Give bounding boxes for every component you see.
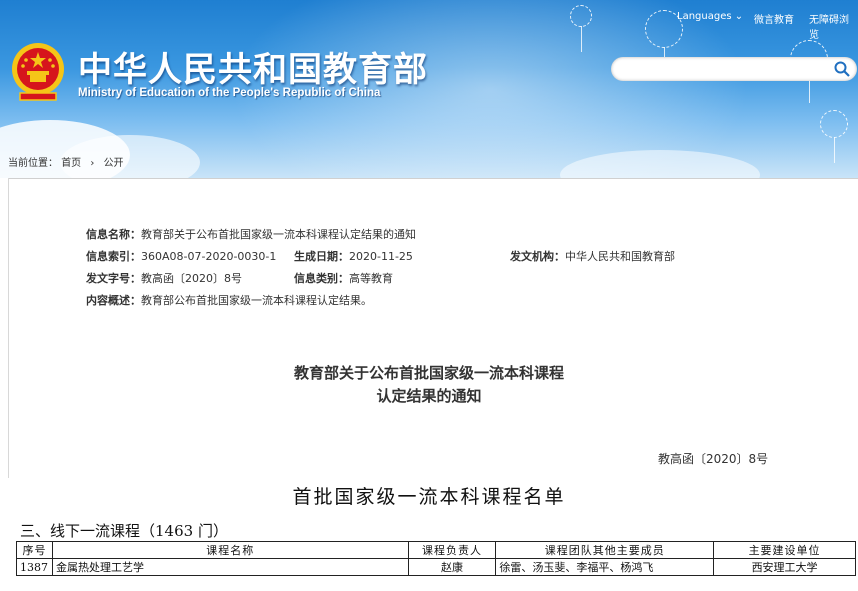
meta-name-label: 信息名称：	[86, 228, 141, 241]
meta-summary-value: 教育部公布首批国家级一流本科课程认定结果。	[141, 294, 372, 307]
dandelion-decoration	[570, 5, 592, 52]
cell-index: 1387	[16, 558, 53, 576]
meta-org-value: 中华人民共和国教育部	[565, 250, 675, 263]
meta-index: 信息索引：360A08-07-2020-0030-1	[86, 248, 276, 264]
meta-docno-value: 教高函〔2020〕8号	[141, 272, 242, 285]
col-header-course-name: 课程名称	[51, 541, 409, 559]
dandelion-decoration	[820, 110, 848, 163]
course-list-title: 首批国家级一流本科课程名单	[292, 486, 566, 508]
search-box	[611, 57, 857, 81]
chevron-down-icon: ⌄	[734, 11, 744, 22]
meta-date-label: 生成日期：	[294, 250, 349, 263]
meta-name: 信息名称：教育部关于公布首批国家级一流本科课程认定结果的通知	[86, 226, 416, 242]
search-input[interactable]	[623, 57, 827, 81]
search-icon[interactable]	[833, 60, 851, 78]
table-header-row: 序号 课程名称 课程负责人 课程团队其他主要成员 主要建设单位	[16, 541, 856, 559]
meta-docno-label: 发文字号：	[86, 272, 141, 285]
site-title-cn[interactable]: 中华人民共和国教育部	[78, 42, 428, 91]
breadcrumb-label: 当前位置：	[8, 158, 58, 169]
meta-category-value: 高等教育	[349, 272, 393, 285]
course-table: 序号 课程名称 课程负责人 课程团队其他主要成员 主要建设单位 1387 金属热…	[16, 541, 856, 576]
meta-index-label: 信息索引：	[86, 250, 141, 263]
document-title-line2: 认定结果的通知	[376, 387, 482, 405]
weiyan-link[interactable]: 微言教育	[754, 11, 794, 26]
meta-name-value: 教育部关于公布首批国家级一流本科课程认定结果的通知	[141, 228, 416, 241]
languages-link[interactable]: Languages ⌄	[677, 11, 743, 22]
cell-institution: 西安理工大学	[713, 558, 856, 576]
breadcrumb: 当前位置： 首页 › 公开	[8, 154, 130, 169]
document-panel	[8, 178, 858, 478]
meta-org: 发文机构：中华人民共和国教育部	[510, 248, 675, 264]
languages-label: Languages	[677, 11, 732, 22]
col-header-lead: 课程负责人	[407, 541, 497, 559]
meta-category: 信息类别：高等教育	[294, 270, 393, 286]
meta-summary: 内容概述：教育部公布首批国家级一流本科课程认定结果。	[86, 292, 372, 308]
meta-index-value: 360A08-07-2020-0030-1	[141, 250, 277, 263]
cell-team: 徐雷、汤玉斐、李福平、杨鸿飞	[495, 558, 715, 576]
meta-summary-label: 内容概述：	[86, 294, 141, 307]
site-title-en: Ministry of Education of the People's Re…	[78, 87, 381, 99]
accessibility-link[interactable]: 无障碍浏览	[809, 11, 858, 41]
col-header-team: 课程团队其他主要成员	[495, 541, 715, 559]
cell-course-name: 金属热处理工艺学	[51, 558, 409, 576]
col-header-institution: 主要建设单位	[713, 541, 856, 559]
meta-date-value: 2020-11-25	[349, 250, 413, 263]
national-emblem-icon	[12, 43, 64, 101]
breadcrumb-public[interactable]: 公开	[104, 158, 124, 169]
meta-date: 生成日期：2020-11-25	[294, 248, 413, 264]
site-banner: 中华人民共和国教育部 Ministry of Education of the …	[0, 0, 858, 178]
breadcrumb-home[interactable]: 首页	[61, 158, 81, 169]
meta-docno: 发文字号：教高函〔2020〕8号	[86, 270, 242, 286]
col-header-index: 序号	[16, 541, 53, 559]
section-heading: 三、线下一流课程（1463 门）	[20, 522, 228, 540]
meta-category-label: 信息类别：	[294, 272, 349, 285]
breadcrumb-separator: ›	[90, 158, 95, 169]
panel-divider	[9, 178, 858, 179]
document-number: 教高函〔2020〕8号	[658, 452, 769, 466]
meta-org-label: 发文机构：	[510, 250, 565, 263]
document-title-line1: 教育部关于公布首批国家级一流本科课程	[293, 364, 564, 382]
table-row: 1387 金属热处理工艺学 赵康 徐雷、汤玉斐、李福平、杨鸿飞 西安理工大学	[16, 558, 856, 576]
cell-lead: 赵康	[407, 558, 497, 576]
